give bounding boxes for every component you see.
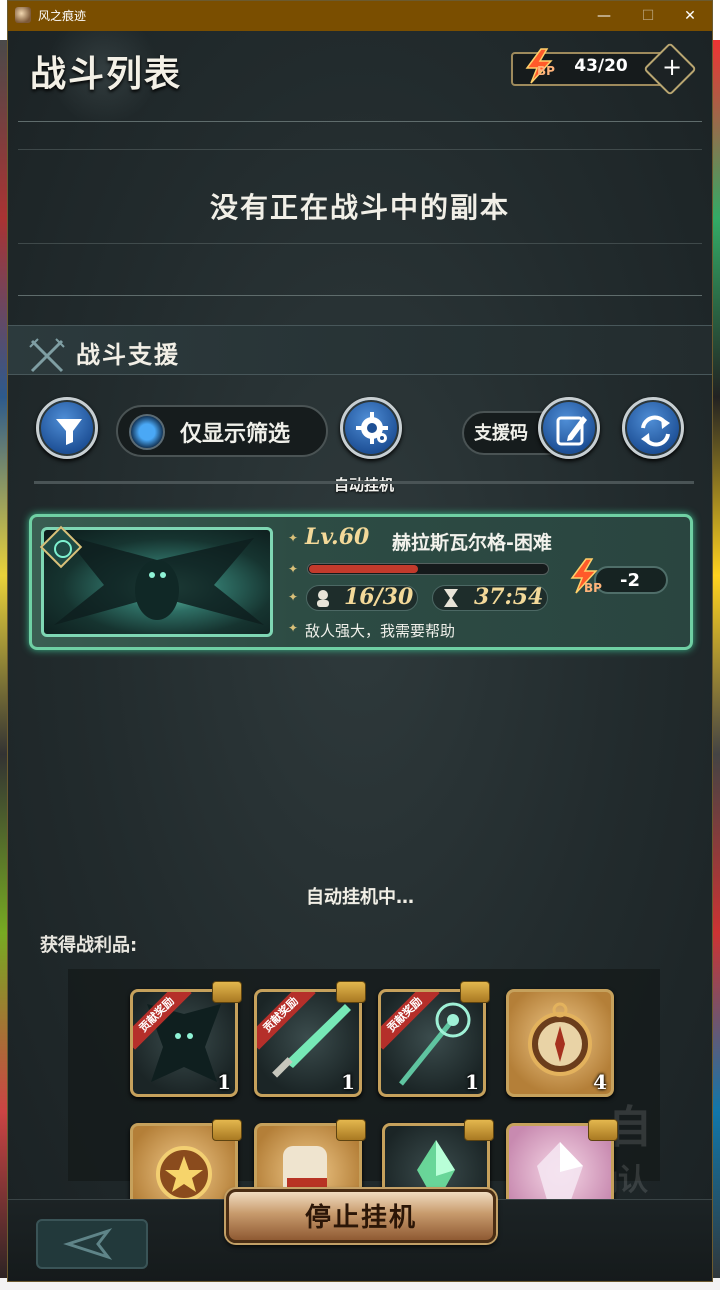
hp-bar-fill [309,565,418,573]
hourglass-icon [444,589,458,607]
auto-battle-label: 自动挂机 [334,476,395,494]
support-section-title: 战斗支援 [76,341,180,369]
plus-icon: + [662,52,683,81]
refresh-icon [641,415,670,447]
bp-counter: BP 43/20 + [501,42,697,96]
divider [18,149,702,150]
empty-status-text: 没有正在战斗中的副本 [209,191,510,224]
divider [18,121,702,122]
game-window: 风之痕迹 — ☐ ✕ 战斗列表 BP 43/20 + 没有正在战斗中的副本 战斗… [7,0,713,1282]
back-arrow-icon [63,1228,113,1260]
auto-status-text: 自动挂机中… [306,887,414,908]
filter-toggle-indicator[interactable] [129,414,165,450]
watermark-char: 自 [608,1102,652,1153]
loot-count: 1 [217,1070,231,1094]
loot-item-compass[interactable]: 4 [506,989,614,1097]
maximize-button[interactable]: ☐ [626,1,670,31]
help-message: 敌人强大，我需要帮助 [305,622,456,640]
game-area: 战斗列表 BP 43/20 + 没有正在战斗中的副本 战斗支援 仅显示筛选 自动… [8,31,712,1281]
boss-name: 赫拉斯瓦尔格-困难 [392,532,552,554]
back-button[interactable] [36,1219,148,1269]
support-code-label: 支援码 [474,423,528,444]
loot-item-jade-staff[interactable]: 贡献奖励 1 [378,989,486,1097]
stop-auto-label: 停止挂机 [304,1203,417,1233]
divider [34,481,694,484]
loot-count: 1 [465,1070,479,1094]
title-bar[interactable]: 风之痕迹 — ☐ ✕ [8,1,712,31]
chest-icon [212,1119,242,1141]
add-bp-button[interactable]: + [643,42,697,96]
app-icon [15,7,31,23]
chest-icon [212,981,242,1003]
loot-title: 获得战利品: [40,935,138,956]
player-icon [317,590,329,607]
close-button[interactable]: ✕ [668,1,712,31]
star-bullet-icon: ✦ [288,621,299,635]
desktop-background-right [712,40,720,1290]
bp-label: BP [537,64,555,78]
filter-toggle-label: 仅显示筛选 [180,422,291,447]
loot-count: 1 [341,1070,355,1094]
star-bullet-icon: ✦ [288,531,299,545]
crossed-swords-icon [29,338,65,373]
chest-icon [336,981,366,1003]
boss-level: Lv.60 [305,524,370,550]
bp-cost-label: BP [584,581,602,595]
star-bullet-icon: ✦ [288,590,299,604]
time-left: 37:54 [474,584,544,610]
chest-icon [336,1119,366,1141]
gear-icon [356,412,388,444]
divider [18,243,702,244]
refresh-button[interactable] [622,397,684,459]
chest-icon [464,1119,494,1141]
bp-cost-value: -2 [620,570,640,591]
loot-item-jade-sword[interactable]: 贡献奖励 1 [254,989,362,1097]
auto-battle-button[interactable] [340,397,402,459]
edit-icon [556,416,587,446]
chest-icon [460,981,490,1003]
bp-value: 43/20 [574,56,628,76]
window-title: 风之痕迹 [38,9,87,23]
divider [18,295,702,296]
minimize-button[interactable]: — [582,1,626,31]
players-count: 16/30 [344,584,414,610]
filter-button[interactable] [36,397,98,459]
filter-icon [56,419,82,445]
wind-element-icon [54,540,72,558]
star-bullet-icon: ✦ [288,562,299,576]
chest-icon [588,1119,618,1141]
loot-count: 4 [593,1070,607,1094]
page-title: 战斗列表 [30,54,183,95]
loot-item-boss-material[interactable]: 贡献奖励 1 [130,989,238,1097]
support-code-edit-button[interactable] [538,397,600,459]
